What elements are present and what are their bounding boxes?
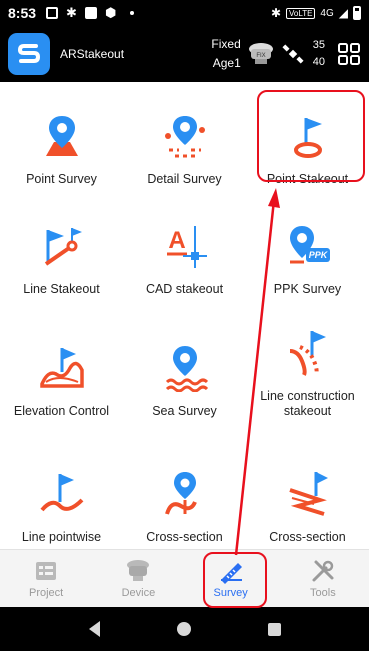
battery-icon <box>353 6 361 20</box>
tile-label: Cross-section <box>146 530 223 544</box>
tile-line-pointwise[interactable]: Line pointwise <box>0 470 123 545</box>
tile-line-construction-stakeout[interactable]: Line construction stakeout <box>246 329 369 419</box>
point-stakeout-icon <box>293 118 322 158</box>
line-pointwise-icon <box>39 474 83 512</box>
tile-label: Line pointwise <box>21 530 102 544</box>
tile-detail-survey[interactable]: Detail Survey <box>123 112 246 187</box>
app-logo-icon[interactable] <box>8 33 50 75</box>
tile-label: PPK Survey <box>273 282 342 296</box>
tile-cross-section-road[interactable]: Cross-section <box>246 470 369 545</box>
detail-survey-icon <box>164 116 205 158</box>
tile-label: Point Survey <box>26 172 97 186</box>
system-navigation-bar <box>0 607 369 651</box>
svg-text:A: A <box>168 227 185 254</box>
nav-item-tools[interactable]: Tools <box>277 550 369 607</box>
tile-label: CAD stakeout <box>145 282 224 296</box>
tools-icon <box>312 560 334 582</box>
device-icon <box>127 560 150 581</box>
gear-icon: ✱ <box>66 5 77 20</box>
network-type: 4G <box>320 7 334 19</box>
tile-elevation-control[interactable]: Elevation Control <box>0 344 123 419</box>
nav-item-project[interactable]: Project <box>0 550 92 607</box>
nav-label: Survey <box>213 587 248 599</box>
status-time: 8:53 <box>8 5 37 21</box>
more-dot-icon <box>130 11 135 15</box>
cross-section-road-icon <box>288 472 328 516</box>
age-label: Age1 <box>212 56 241 70</box>
system-icons: ✱ VoLTE 4G ◢ <box>271 6 361 20</box>
tile-line-stakeout[interactable]: Line Stakeout <box>0 222 123 297</box>
tile-point-survey[interactable]: Point Survey <box>0 112 123 187</box>
tile-label: Line construction stakeout <box>260 389 355 418</box>
satellites-visible: 40 <box>312 56 325 68</box>
line-stakeout-icon <box>44 228 82 266</box>
tile-label: Elevation Control <box>13 404 110 418</box>
point-survey-icon <box>45 116 78 156</box>
app-screen: 8:53 ✱ ⬢ ✱ VoLTE 4G ◢ ARStakeout Fixed A… <box>0 0 369 651</box>
tile-cross-section[interactable]: Cross-section <box>123 470 246 545</box>
sea-survey-icon <box>165 346 208 392</box>
cross-section-icon <box>164 472 197 515</box>
survey-function-grid: Point Survey Detail Survey Point Stakeou… <box>0 82 369 549</box>
nav-label: Device <box>121 587 156 599</box>
fix-label: Fixed <box>211 37 241 51</box>
tile-label: Sea Survey <box>152 404 217 418</box>
fix-status: Fixed Age1 <box>211 35 240 73</box>
elevation-control-icon <box>39 348 84 388</box>
signal-icon: ◢ <box>338 6 348 20</box>
satellite-counts: 35 40 <box>313 37 325 71</box>
message-icon <box>46 7 59 19</box>
notification-icons: ✱ ⬢ <box>46 5 135 21</box>
bottom-navigation: Project Device Survey Tools <box>0 549 369 607</box>
bluetooth-icon: ✱ <box>270 6 281 20</box>
shield-icon: ⬢ <box>104 5 117 20</box>
tile-label: Line Stakeout <box>23 282 100 296</box>
status-bar: 8:53 ✱ ⬢ ✱ VoLTE 4G ◢ <box>0 0 369 26</box>
tile-ppk-survey[interactable]: PPK PPK Survey <box>246 222 369 297</box>
gnss-receiver-icon[interactable]: FIX <box>247 41 275 67</box>
home-icon[interactable] <box>176 622 191 636</box>
cad-stakeout-icon: A <box>166 226 207 268</box>
nav-item-device[interactable]: Device <box>92 550 184 607</box>
line-construction-stakeout-icon <box>289 331 326 376</box>
app-title: ARStakeout <box>60 47 125 61</box>
app-bar: ARStakeout Fixed Age1 FIX 35 40 <box>0 26 369 82</box>
nav-item-survey[interactable]: Survey <box>185 550 277 607</box>
ppk-badge-text: PPK <box>308 250 328 260</box>
satellite-icon[interactable] <box>281 42 305 66</box>
satellites-used: 35 <box>312 39 325 51</box>
apps-grid-icon[interactable] <box>337 42 361 66</box>
recents-icon[interactable] <box>267 622 281 636</box>
tile-point-stakeout[interactable]: Point Stakeout <box>246 112 369 187</box>
ppk-survey-icon: PPK <box>289 226 330 264</box>
media-icon <box>84 7 97 19</box>
back-icon[interactable] <box>88 621 100 637</box>
svg-text:FIX: FIX <box>256 53 265 59</box>
nav-label: Tools <box>310 587 336 599</box>
tile-label: Point Stakeout <box>266 172 349 186</box>
project-icon <box>36 562 57 580</box>
tile-label: Detail Survey <box>147 172 222 186</box>
survey-icon <box>220 563 242 584</box>
volte-icon: VoLTE <box>286 7 316 19</box>
tile-cad-stakeout[interactable]: A CAD stakeout <box>123 222 246 297</box>
tile-sea-survey[interactable]: Sea Survey <box>123 344 246 419</box>
tile-label: Cross-section <box>269 530 346 544</box>
nav-label: Project <box>29 587 64 599</box>
